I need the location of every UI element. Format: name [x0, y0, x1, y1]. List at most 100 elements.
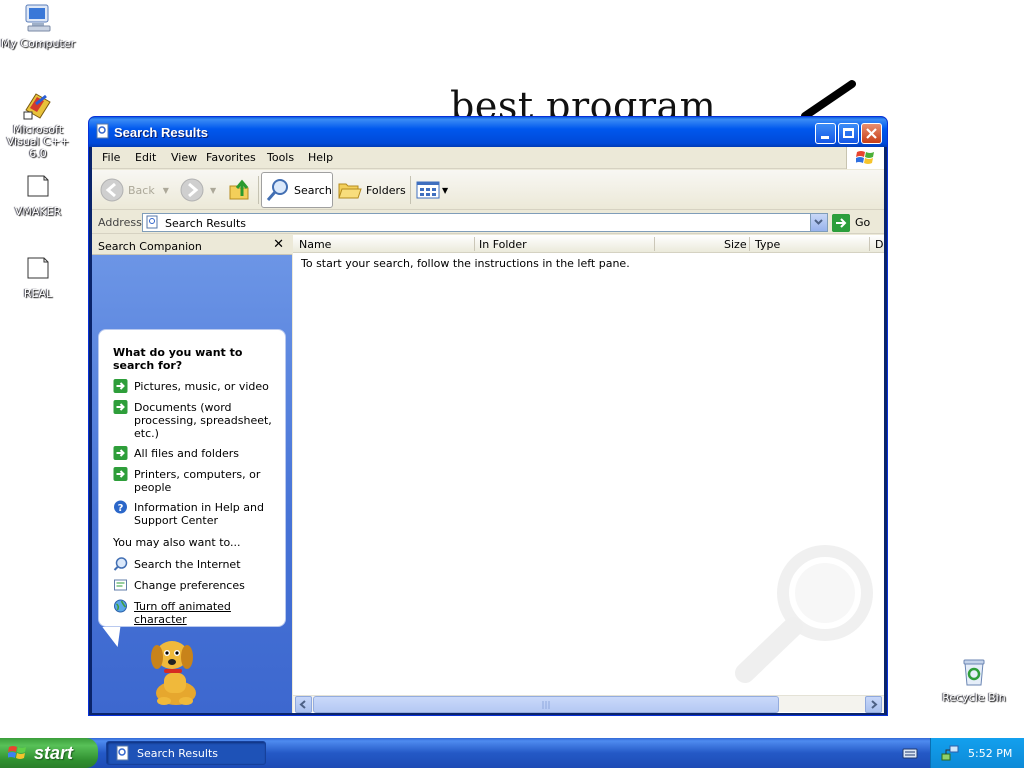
option-turn-off-character[interactable]: Turn off animated character	[113, 599, 283, 626]
grip-icon	[542, 701, 550, 709]
option-label: Documents (word processing, spreadsheet,…	[134, 401, 272, 440]
column-name[interactable]: Name	[299, 238, 331, 251]
close-pane-icon[interactable]: ✕	[273, 237, 284, 252]
svg-text:?: ?	[118, 503, 124, 514]
go-label: Go	[855, 216, 871, 229]
scroll-thumb[interactable]	[313, 696, 779, 713]
option-change-preferences[interactable]: Change preferences	[113, 579, 283, 592]
results-list: Name In Folder Size Type D To start your…	[293, 235, 884, 713]
green-arrow-icon	[113, 379, 128, 393]
column-separator[interactable]	[474, 237, 475, 251]
search-companion-bubble: What do you want to search for? Pictures…	[98, 329, 286, 627]
column-header-row: Name In Folder Size Type D	[293, 235, 884, 253]
address-field[interactable]: Search Results	[142, 213, 828, 232]
option-all-files[interactable]: All files and folders	[113, 446, 283, 460]
search-label: Search	[294, 183, 332, 197]
desktop-icon-label: REAL	[23, 287, 53, 300]
forward-dropdown-icon[interactable]: ▼	[210, 186, 216, 195]
views-dropdown-icon: ▼	[442, 185, 449, 195]
forward-button[interactable]: ▼	[180, 172, 216, 208]
option-search-internet[interactable]: Search the Internet	[113, 557, 283, 571]
back-button[interactable]: Back ▼	[100, 172, 169, 208]
desktop-icon-recycle-bin[interactable]: Recycle Bin	[934, 656, 1014, 704]
keyboard-icon[interactable]	[902, 745, 918, 761]
taskbar: start Search Results 5:52 PM	[0, 738, 1024, 768]
scroll-right-button[interactable]	[865, 696, 882, 713]
menu-file[interactable]: File	[102, 151, 120, 164]
desktop-icon-vmaker[interactable]: VMAKER	[0, 170, 78, 218]
column-date[interactable]: D	[875, 238, 883, 251]
start-button[interactable]: start	[0, 738, 98, 768]
window-body: File Edit View Favorites Tools Help Back…	[92, 147, 884, 713]
go-arrow-icon	[832, 213, 850, 232]
desktop-icon-real[interactable]: REAL	[0, 252, 78, 300]
option-label: All files and folders	[134, 447, 239, 460]
empty-results-message: To start your search, follow the instruc…	[301, 257, 630, 270]
option-pictures[interactable]: Pictures, music, or video	[113, 379, 283, 393]
option-help-center[interactable]: ? Information in Help and Support Center	[113, 500, 283, 527]
search-button[interactable]: Search	[261, 172, 333, 208]
views-icon	[416, 181, 440, 199]
chevron-left-icon	[299, 700, 306, 709]
desktop-icon-label: My Computer	[0, 37, 76, 50]
windows-flag-icon	[856, 151, 874, 164]
green-arrow-icon	[113, 446, 128, 460]
column-separator[interactable]	[869, 237, 870, 251]
shortcut-icon	[27, 257, 49, 279]
network-icon[interactable]	[941, 744, 959, 762]
taskbar-item-label: Search Results	[137, 746, 219, 760]
search-companion-header: Search Companion ✕	[92, 235, 292, 255]
chevron-down-icon	[814, 219, 823, 225]
close-button[interactable]	[861, 123, 882, 144]
back-arrow-icon	[100, 178, 124, 202]
go-button[interactable]: Go	[832, 213, 870, 232]
menu-help[interactable]: Help	[308, 151, 333, 164]
taskbar-item-search-results[interactable]: Search Results	[106, 741, 266, 765]
option-printers[interactable]: Printers, computers, or people	[113, 467, 283, 494]
search-results-window: Search Results File Edit View Favorites …	[88, 116, 888, 716]
option-documents[interactable]: Documents (word processing, spreadsheet,…	[113, 400, 283, 440]
toolbar-separator	[410, 176, 411, 204]
clock[interactable]: 5:52 PM	[968, 747, 1012, 760]
column-separator[interactable]	[654, 237, 655, 251]
scroll-left-button[interactable]	[295, 696, 312, 713]
minimize-icon	[821, 136, 829, 139]
forward-arrow-icon	[180, 178, 204, 202]
menu-favorites[interactable]: Favorites	[206, 151, 256, 164]
menu-tools[interactable]: Tools	[267, 151, 294, 164]
search-icon	[266, 179, 288, 201]
search-folder-icon	[96, 123, 109, 139]
folders-button[interactable]: Folders	[338, 172, 406, 208]
column-separator[interactable]	[749, 237, 750, 251]
address-label: Address	[98, 216, 142, 229]
search-dog-character[interactable]	[142, 631, 206, 707]
globe-icon	[114, 599, 127, 613]
menu-view[interactable]: View	[171, 151, 197, 164]
title-bar[interactable]: Search Results	[89, 117, 887, 147]
wallpaper-stroke	[801, 80, 856, 118]
search-internet-icon	[113, 557, 128, 571]
toolbar: Back ▼ ▼ Search Folders ▼	[92, 170, 884, 210]
desktop-icon-visual-cpp[interactable]: Microsoft Visual C++ 6.0	[0, 88, 78, 160]
column-type[interactable]: Type	[755, 238, 780, 251]
menu-edit[interactable]: Edit	[135, 151, 156, 164]
up-button[interactable]	[228, 172, 252, 208]
column-in-folder[interactable]: In Folder	[479, 238, 527, 251]
column-size[interactable]: Size	[724, 238, 747, 251]
search-folder-icon	[146, 215, 158, 229]
magnifier-watermark-icon	[735, 545, 873, 683]
windows-flag-icon	[8, 746, 26, 759]
address-dropdown-button[interactable]	[810, 214, 827, 231]
maximize-button[interactable]	[838, 123, 859, 144]
horizontal-scrollbar[interactable]	[293, 695, 884, 713]
search-companion-title: Search Companion	[98, 240, 202, 253]
system-tray: 5:52 PM	[930, 738, 1024, 768]
recycle-bin-icon	[963, 659, 985, 686]
desktop-icon-my-computer[interactable]: My Computer	[0, 2, 78, 50]
back-dropdown-icon[interactable]: ▼	[163, 186, 169, 195]
minimize-button[interactable]	[815, 123, 836, 144]
also-want-label: You may also want to...	[113, 536, 241, 549]
preferences-icon	[114, 579, 127, 591]
views-button[interactable]: ▼	[416, 172, 448, 208]
green-arrow-icon	[113, 467, 128, 481]
